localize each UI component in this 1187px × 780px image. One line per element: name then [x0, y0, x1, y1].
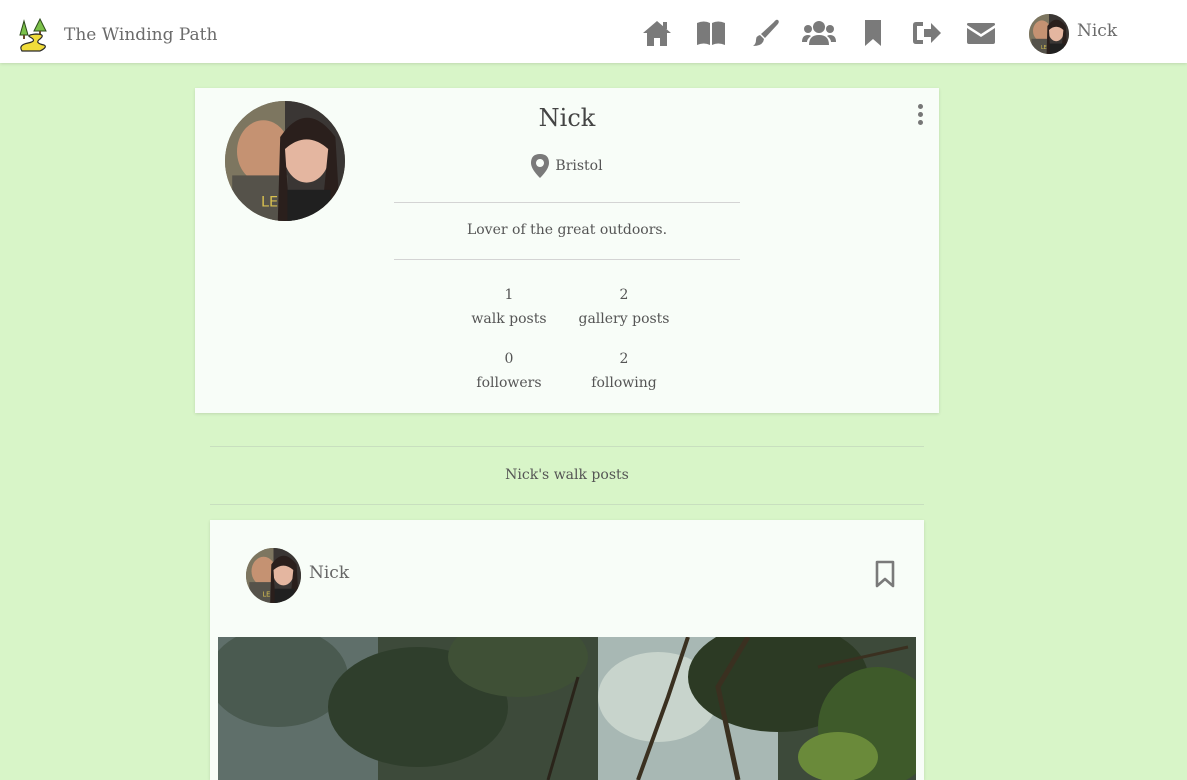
brand-title: The Winding Path [64, 25, 218, 45]
stat-gallery-posts[interactable]: 2 gallery posts [564, 283, 684, 331]
nav-user-name: Nick [1077, 21, 1118, 41]
stat-count: 2 [619, 351, 629, 367]
stat-label: following [591, 375, 657, 391]
users-icon[interactable] [802, 17, 836, 49]
stat-label: walk posts [471, 311, 547, 327]
post-photo[interactable] [218, 637, 916, 780]
bookmark-icon[interactable] [874, 560, 896, 592]
top-navbar: The Winding Path Nick [0, 0, 1187, 63]
walk-posts-section-header: Nick's walk posts [210, 446, 924, 505]
bookmark-icon[interactable] [856, 17, 890, 49]
avatar [246, 548, 301, 603]
nav-user-menu[interactable]: Nick [1029, 14, 1117, 54]
stat-label: followers [476, 375, 542, 391]
location-text: Bristol [555, 158, 603, 174]
envelope-icon[interactable] [964, 17, 998, 49]
avatar [1029, 14, 1069, 54]
stat-followers[interactable]: 0 followers [449, 347, 569, 395]
winding-path-logo-icon [16, 17, 50, 53]
profile-name: Nick [538, 104, 596, 132]
stat-label: gallery posts [578, 311, 670, 327]
walk-post-card: Nick [210, 520, 924, 780]
more-options-icon[interactable] [913, 102, 927, 128]
stat-count: 0 [504, 351, 514, 367]
stat-following[interactable]: 2 following [564, 347, 684, 395]
stat-walk-posts[interactable]: 1 walk posts [449, 283, 569, 331]
sign-out-icon[interactable] [910, 17, 944, 49]
profile-bio: Lover of the great outdoors. [466, 222, 668, 238]
divider [394, 259, 740, 260]
brand[interactable]: The Winding Path [16, 17, 217, 53]
paintbrush-icon[interactable] [748, 17, 782, 49]
stat-count: 1 [504, 287, 514, 303]
nav-icons [640, 17, 1018, 49]
profile-location: Bristol [195, 154, 939, 178]
section-title: Nick's walk posts [505, 467, 629, 483]
home-icon[interactable] [640, 17, 674, 49]
divider [394, 202, 740, 203]
post-author[interactable]: Nick [246, 548, 349, 603]
profile-card: Nick Bristol Lover of the great outdoors… [195, 88, 939, 413]
post-author-name: Nick [309, 562, 350, 583]
map-marker-icon [531, 154, 550, 178]
stat-count: 2 [619, 287, 629, 303]
book-icon[interactable] [694, 17, 728, 49]
